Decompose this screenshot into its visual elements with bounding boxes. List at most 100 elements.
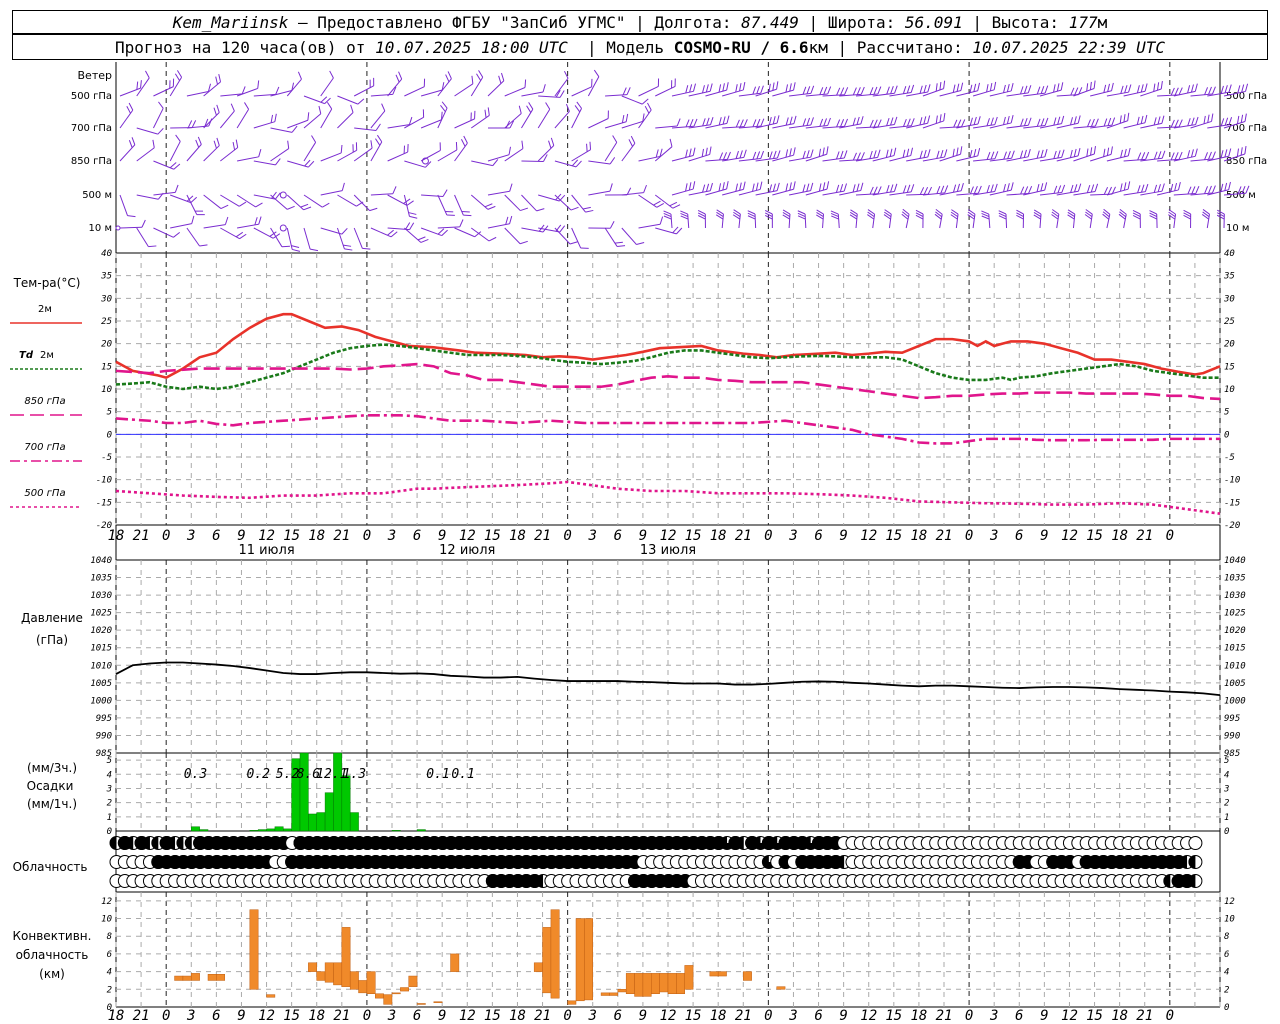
x-tick-label: 21 xyxy=(333,1008,350,1024)
convective-bar xyxy=(667,973,677,994)
y-tick-label: 6 xyxy=(1224,950,1229,960)
x-tick-label: 15 xyxy=(1086,1008,1103,1024)
convective-bar xyxy=(609,992,619,996)
wind-barb-shaft xyxy=(421,194,444,197)
convective-bar xyxy=(174,975,184,981)
x-tick-label: 12 xyxy=(258,1008,275,1024)
temperature-panel: -20 -20-15 -15-10 -10-5 -50 05 510 1015 1520 2025… xyxy=(96,249,1241,531)
conv-title: Конвективн. xyxy=(13,929,92,943)
wind-barb-feather xyxy=(722,116,726,125)
wind-barb-feather xyxy=(1123,114,1126,123)
wind-barb-feather xyxy=(1240,114,1244,123)
wind-barb-feather xyxy=(275,192,281,200)
wind-barb-feather xyxy=(1244,146,1247,155)
wind-barb-feather xyxy=(1003,183,1006,192)
wind-barb-feather xyxy=(960,82,964,91)
y-tick-label: 995 xyxy=(1224,714,1240,724)
wind-barb-feather xyxy=(216,104,220,113)
wind-barb-feather xyxy=(902,118,907,127)
wind-barb-feather xyxy=(893,183,898,192)
wind-barb-feather xyxy=(890,117,894,126)
x-tick-label: 0 xyxy=(563,1008,571,1024)
x-tick-label: 0 xyxy=(1166,1008,1174,1024)
wind-barb-shaft xyxy=(270,90,292,97)
wind-barb-feather xyxy=(1061,115,1065,124)
wind-barb-feather xyxy=(1077,147,1081,157)
wind-barb-feather xyxy=(1203,115,1206,124)
wind-barb-feather xyxy=(291,245,300,249)
day-label: 11 июля xyxy=(238,543,294,558)
wind-barb-feather xyxy=(990,151,995,160)
wind-barb-shaft xyxy=(253,121,276,129)
wind-barb-shaft xyxy=(571,227,582,249)
wind-barb-shaft xyxy=(487,190,510,196)
x-tick-label: 21 xyxy=(735,1008,752,1024)
x-tick-label: 9 xyxy=(839,1008,847,1024)
wind-barb-feather xyxy=(1106,147,1110,156)
wind-barb-feather xyxy=(370,140,373,149)
wind-barb-feather xyxy=(873,186,878,195)
wind-barb-shaft xyxy=(170,223,192,229)
wind-barb-feather xyxy=(409,222,415,230)
x-tick-label: 0 xyxy=(162,528,170,544)
wind-barb-shaft xyxy=(487,80,505,97)
x-tick-label: 6 xyxy=(814,528,822,544)
wind-barb-feather xyxy=(1053,185,1058,194)
pressure-title: Давление xyxy=(21,611,83,625)
convective-bar xyxy=(433,1001,443,1003)
wind-barb-feather xyxy=(1141,152,1146,160)
wind-barb-feather xyxy=(739,83,742,92)
x-tick-label: 15 xyxy=(283,1008,300,1024)
wind-barb-feather xyxy=(1089,81,1092,90)
wind-barb-feather xyxy=(810,149,814,158)
wind-barb-shaft xyxy=(253,227,274,239)
wind-barb-feather xyxy=(1187,186,1192,195)
wind-barb-feather xyxy=(1127,181,1131,190)
wind-barb-shaft xyxy=(1090,153,1112,162)
wind-barb-feather xyxy=(869,87,874,95)
wind-barb-shaft xyxy=(604,142,618,162)
wind-barb-feather xyxy=(136,81,139,90)
wind-barb-feather xyxy=(609,157,616,165)
wind-barb-feather xyxy=(518,105,522,114)
wind-barb-feather xyxy=(559,225,566,233)
wind-barb-shaft xyxy=(654,146,673,162)
wind-barb-feather xyxy=(877,186,882,194)
wind-barb-feather xyxy=(141,219,146,228)
wind-barb-feather xyxy=(759,181,763,190)
wind-barb-shaft xyxy=(504,227,521,245)
wind-level-label: 500 м xyxy=(1226,190,1256,201)
wind-barb-feather xyxy=(936,150,940,159)
y-tick-label: -5 xyxy=(1224,453,1235,463)
precip-total-label: 0.2 xyxy=(246,767,270,782)
y-tick-label: 30 xyxy=(1223,294,1235,304)
x-tick-label: 12 xyxy=(459,1008,476,1024)
convective-bar xyxy=(600,992,610,996)
wind-barb-shaft xyxy=(337,112,354,129)
wind-barb-shaft xyxy=(805,188,828,196)
wind-barb-feather xyxy=(1073,148,1077,157)
wind-barbs: 500 гПа 500 гПа 700 гПа 700 гПа 850 гПа 850 г… xyxy=(71,69,1267,252)
wind-barb-feather xyxy=(275,86,280,95)
wind-barb-shaft xyxy=(287,160,309,168)
wind-barb-shaft xyxy=(621,142,636,162)
y-tick-label: -10 xyxy=(96,476,112,486)
y-tick-label: 5 xyxy=(1224,756,1229,766)
y-tick-label: -5 xyxy=(101,453,112,463)
wind-barb-feather xyxy=(1194,83,1198,92)
wind-barb-feather xyxy=(1057,116,1061,125)
wind-barb-feather xyxy=(823,118,828,127)
y-tick-label: 10 xyxy=(101,385,112,395)
convective-bar xyxy=(651,973,660,994)
wind-barb-feather xyxy=(923,149,927,158)
wind-barb-feather xyxy=(441,229,448,236)
wind-barb-feather xyxy=(1110,146,1113,155)
wind-barb-feather xyxy=(902,185,907,194)
wind-barb-feather xyxy=(176,70,183,78)
wind-barb-shaft xyxy=(537,145,555,162)
wind-barb-feather xyxy=(709,146,712,155)
x-tick-label: 18 xyxy=(308,1008,325,1024)
wind-barb-feather xyxy=(940,149,944,158)
wind-barb-feather xyxy=(152,139,155,148)
wind-barb-feather xyxy=(822,147,825,156)
